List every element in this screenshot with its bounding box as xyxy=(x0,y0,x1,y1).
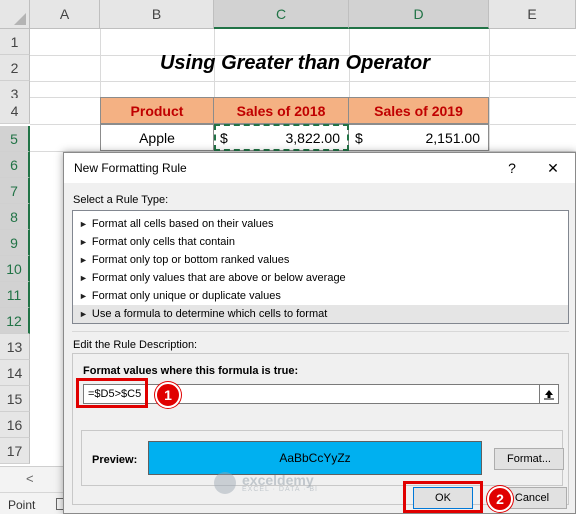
column-header-c[interactable]: C xyxy=(214,0,349,29)
row-header[interactable]: 14 xyxy=(0,360,30,386)
dialog-titlebar[interactable]: New Formatting Rule ? ✕ xyxy=(64,153,575,183)
column-header-e[interactable]: E xyxy=(489,0,576,29)
row-header[interactable]: 8 xyxy=(0,204,30,230)
watermark-name: exceldemy xyxy=(242,471,314,488)
cell-sales-2019[interactable]: $ 2,151.00 xyxy=(348,124,489,151)
row-header[interactable]: 1 xyxy=(0,29,30,55)
table-header-sales-2018[interactable]: Sales of 2018 xyxy=(213,97,349,124)
dialog-title: New Formatting Rule xyxy=(74,161,187,175)
ok-highlight-box xyxy=(403,481,483,513)
scroll-left-icon[interactable]: < xyxy=(26,471,34,486)
list-item[interactable]: ► Format all cells based on their values xyxy=(73,215,568,233)
row-header[interactable]: 11 xyxy=(0,282,30,308)
column-header-a[interactable]: A xyxy=(30,0,100,29)
row-header[interactable]: 6 xyxy=(0,152,30,178)
row-header[interactable]: 17 xyxy=(0,438,30,464)
exceldemy-logo-icon xyxy=(214,472,236,494)
select-rule-type-label: Select a Rule Type: xyxy=(73,194,169,206)
select-all-corner[interactable] xyxy=(0,0,30,29)
row-header[interactable]: 5 xyxy=(0,126,30,152)
watermark-tagline: EXCEL · DATA · BI xyxy=(242,485,318,493)
arrow-icon: ► xyxy=(79,291,88,301)
arrow-icon: ► xyxy=(79,273,88,283)
step-badge-2: 2 xyxy=(487,486,513,512)
close-button[interactable]: ✕ xyxy=(542,158,564,178)
status-mode: Point xyxy=(8,498,36,512)
help-button[interactable]: ? xyxy=(502,158,522,178)
table-header-product[interactable]: Product xyxy=(100,97,214,124)
column-header-d[interactable]: D xyxy=(349,0,489,29)
list-item[interactable]: ► Format only unique or duplicate values xyxy=(73,287,568,305)
table-header-sales-2019[interactable]: Sales of 2019 xyxy=(348,97,489,124)
list-item-selected[interactable]: ► Use a formula to determine which cells … xyxy=(73,305,568,323)
currency-symbol: $ xyxy=(355,129,363,146)
list-item[interactable]: ► Format only cells that contain xyxy=(73,233,568,251)
column-header-b[interactable]: B xyxy=(100,0,214,29)
row-header[interactable]: 4 xyxy=(0,98,30,124)
rule-type-list[interactable]: ► Format all cells based on their values … xyxy=(72,210,569,324)
row-header[interactable]: 10 xyxy=(0,256,30,282)
step-badge-1: 1 xyxy=(155,382,181,408)
format-button[interactable]: Format... xyxy=(494,448,564,470)
formula-input[interactable]: =$D5>$C5 xyxy=(83,384,547,404)
preview-area: Preview: AaBbCcYyZz Format... xyxy=(81,430,564,486)
collapse-dialog-button[interactable] xyxy=(539,384,559,404)
rule-description-box: Format values where this formula is true… xyxy=(72,353,569,505)
formula-highlight-box xyxy=(76,378,148,408)
arrow-icon: ► xyxy=(79,237,88,247)
divider xyxy=(72,331,569,332)
exceldemy-watermark: exceldemy EXCEL · DATA · BI xyxy=(214,470,318,496)
row-header[interactable]: 16 xyxy=(0,412,30,438)
list-item[interactable]: ► Format only top or bottom ranked values xyxy=(73,251,568,269)
cell-value: 2,151.00 xyxy=(425,129,481,146)
row-header[interactable]: 9 xyxy=(0,230,30,256)
collapse-arrow-icon xyxy=(544,390,554,400)
list-item[interactable]: ► Format only values that are above or be… xyxy=(73,269,568,287)
row-header[interactable]: 15 xyxy=(0,386,30,412)
cell-product[interactable]: Apple xyxy=(100,124,214,151)
arrow-icon: ► xyxy=(79,309,88,319)
arrow-icon: ► xyxy=(79,219,88,229)
arrow-icon: ► xyxy=(79,255,88,265)
row-header[interactable]: 2 xyxy=(0,55,30,81)
formula-label: Format values where this formula is true… xyxy=(83,365,299,377)
preview-label: Preview: xyxy=(92,454,138,466)
sheet-title: Using Greater than Operator xyxy=(159,51,431,74)
row-header[interactable]: 13 xyxy=(0,334,30,360)
row-header[interactable]: 12 xyxy=(0,308,30,334)
row-header[interactable]: 7 xyxy=(0,178,30,204)
copy-marquee xyxy=(214,124,349,151)
edit-description-label: Edit the Rule Description: xyxy=(73,339,198,351)
new-formatting-rule-dialog: New Formatting Rule ? ✕ Select a Rule Ty… xyxy=(63,152,576,514)
